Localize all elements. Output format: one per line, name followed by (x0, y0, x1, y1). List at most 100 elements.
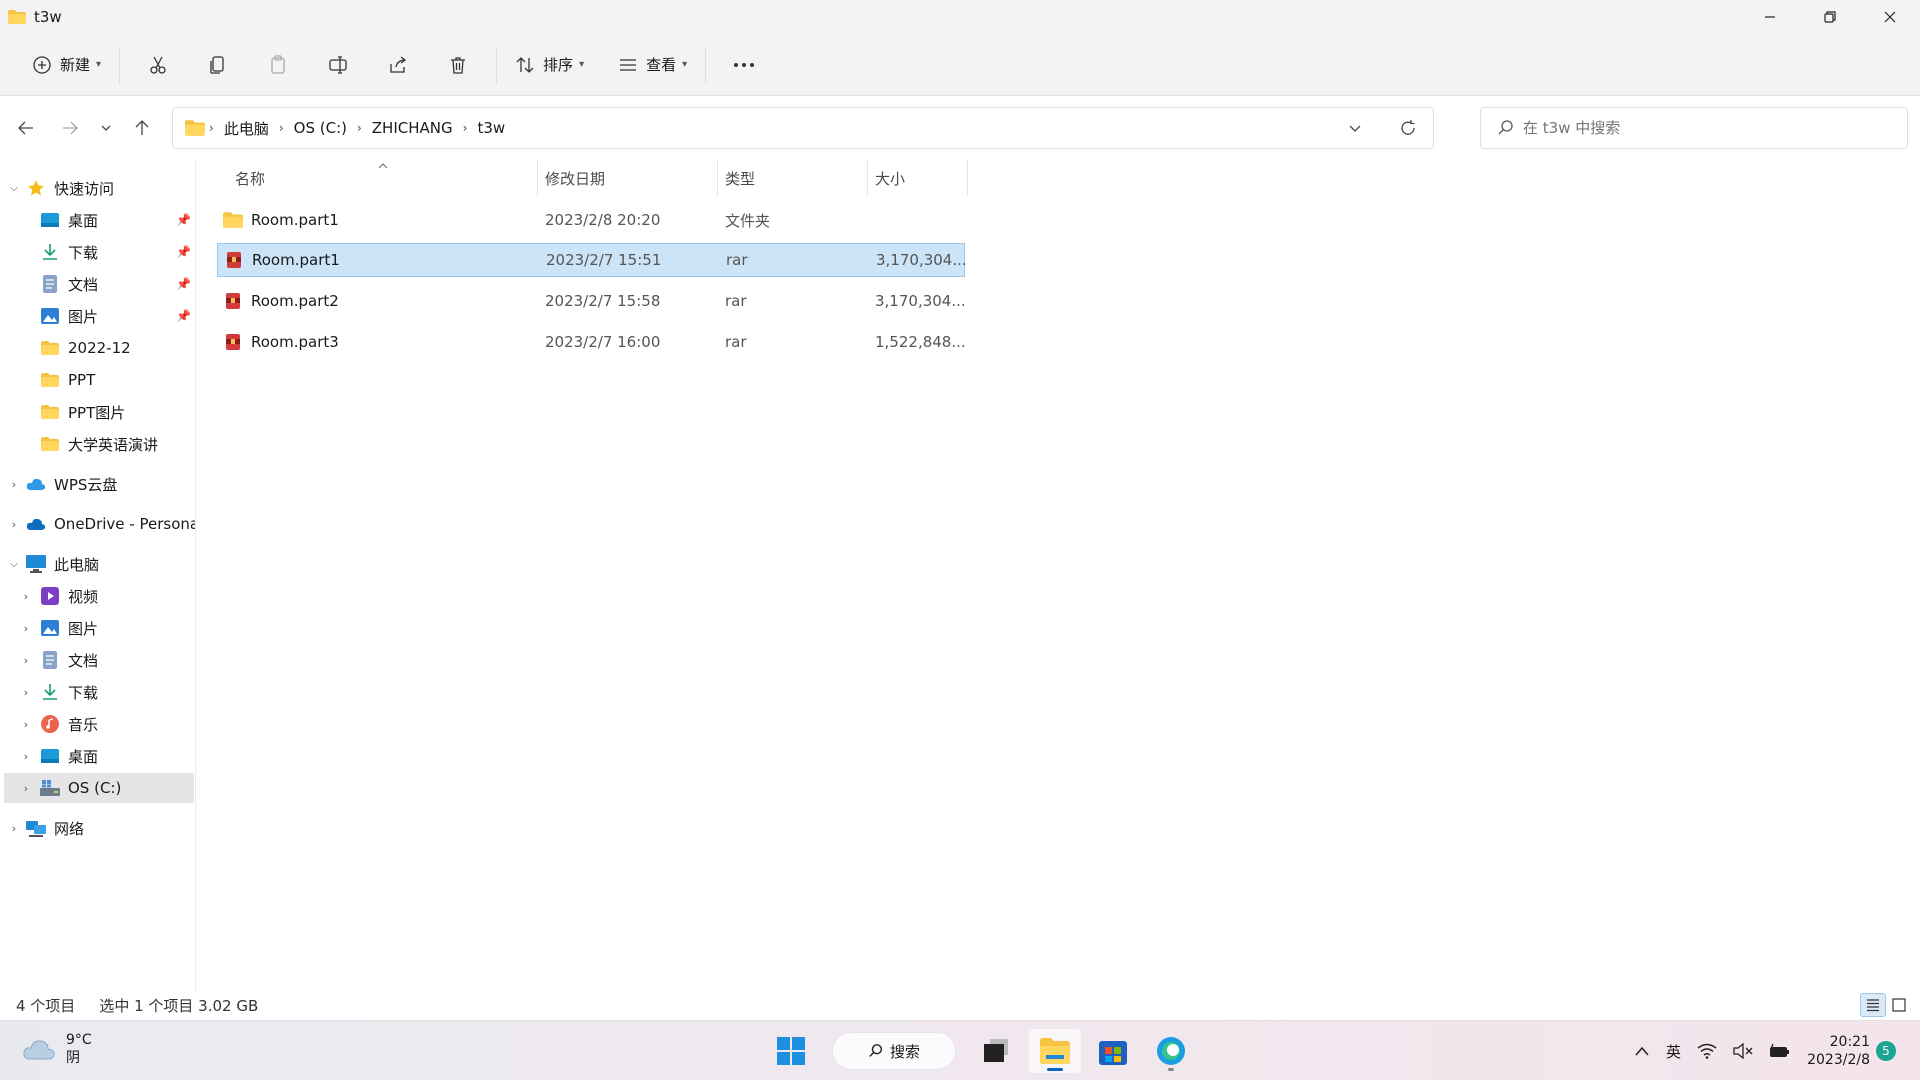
delete-button[interactable] (438, 45, 478, 85)
chevron-right-icon[interactable]: › (18, 654, 34, 667)
chevron-right-icon[interactable]: › (18, 750, 34, 763)
sidebar-item-english-speech[interactable]: 大学英语演讲 (40, 429, 158, 459)
chevron-down-icon[interactable]: ⌵ (6, 181, 22, 195)
more-button[interactable] (724, 45, 764, 85)
breadcrumb-this-pc[interactable]: 此电脑 (224, 118, 269, 139)
music-icon (40, 714, 60, 734)
sidebar-item-onedrive[interactable]: › OneDrive - Persona (6, 509, 195, 539)
sidebar-item-videos[interactable]: › 视频 (18, 581, 98, 611)
column-divider[interactable] (867, 160, 868, 196)
chevron-right-icon[interactable]: › (18, 590, 34, 603)
sort-button[interactable]: 排序 ▾ (505, 45, 594, 85)
column-divider[interactable] (537, 160, 538, 196)
file-row[interactable]: Room.part3 2023/2/7 16:00 rar 1,522,848.… (217, 325, 966, 359)
ime-indicator[interactable]: 英 (1666, 1041, 1681, 1062)
chevron-right-icon[interactable]: › (6, 518, 22, 531)
search-input[interactable] (1523, 119, 1883, 137)
sidebar-item-os-c[interactable]: › OS (C:) (4, 773, 194, 803)
sidebar-item-pc-documents[interactable]: › 文档 (18, 645, 98, 675)
up-button[interactable] (120, 108, 164, 148)
file-row[interactable]: Room.part2 2023/2/7 15:58 rar 3,170,304.… (217, 284, 966, 318)
chevron-right-icon[interactable]: › (6, 822, 22, 835)
share-button[interactable] (378, 45, 418, 85)
breadcrumb-drive[interactable]: OS (C:) (294, 119, 347, 137)
column-header-type[interactable]: 类型 (725, 160, 755, 196)
chevron-right-icon[interactable]: › (18, 718, 34, 731)
task-view-button[interactable] (971, 1029, 1023, 1073)
breadcrumb-zhichang[interactable]: ZHICHANG (372, 119, 453, 137)
star-icon (26, 178, 46, 198)
store-taskbar-button[interactable] (1087, 1029, 1139, 1073)
restore-button[interactable] (1800, 0, 1860, 34)
search-box[interactable] (1480, 107, 1908, 149)
sidebar-item-wps-cloud[interactable]: › WPS云盘 (6, 469, 118, 499)
sidebar-item-label: 网络 (54, 819, 85, 838)
pin-icon[interactable]: 📌 (176, 245, 191, 259)
sidebar-item-ppt[interactable]: PPT (40, 365, 95, 395)
taskbar-search-button[interactable]: 搜索 (832, 1032, 956, 1070)
clock[interactable]: 20:21 2023/2/8 (1800, 1033, 1870, 1069)
close-button[interactable] (1860, 0, 1920, 34)
chevron-down-icon[interactable]: ⌵ (6, 557, 22, 571)
onedrive-icon (26, 514, 46, 534)
column-header-date[interactable]: 修改日期 (545, 160, 605, 196)
minimize-button[interactable] (1740, 0, 1800, 34)
details-view-button[interactable] (1860, 993, 1886, 1017)
battery-charging-icon[interactable] (1769, 1043, 1791, 1059)
start-button[interactable] (765, 1029, 817, 1073)
sidebar-item-this-pc[interactable]: ⌵ 此电脑 (6, 549, 99, 579)
address-history-button[interactable] (1347, 120, 1363, 140)
column-header-size[interactable]: 大小 (875, 160, 905, 196)
recent-locations-button[interactable] (92, 108, 120, 148)
address-bar[interactable]: › 此电脑 › OS (C:) › ZHICHANG › t3w (172, 107, 1434, 149)
column-divider[interactable] (717, 160, 718, 196)
edge-taskbar-button[interactable] (1145, 1029, 1197, 1073)
rename-button[interactable] (318, 45, 358, 85)
breadcrumb-separator-icon[interactable]: › (279, 121, 284, 135)
chevron-right-icon[interactable]: › (18, 686, 34, 699)
chevron-right-icon[interactable]: › (18, 782, 34, 795)
chevron-right-icon[interactable]: › (18, 622, 34, 635)
file-explorer-taskbar-button[interactable] (1029, 1029, 1081, 1073)
column-divider[interactable] (967, 160, 968, 196)
sidebar-item-label: 下载 (68, 243, 99, 262)
sidebar-item-pc-pictures[interactable]: › 图片 (18, 613, 98, 643)
chevron-right-icon[interactable]: › (6, 478, 22, 491)
forward-button[interactable] (48, 108, 92, 148)
new-button[interactable]: 新建 ▾ (22, 45, 111, 85)
pin-icon[interactable]: 📌 (176, 277, 191, 291)
sort-label: 排序 (543, 56, 574, 74)
cut-button[interactable] (138, 45, 178, 85)
file-row-selected[interactable]: Room.part1 2023/2/7 15:51 rar 3,170,304.… (217, 243, 967, 277)
weather-widget[interactable]: 9°C 阴 (22, 1031, 92, 1067)
sidebar-item-documents[interactable]: 文档 📌 (40, 269, 195, 299)
view-button[interactable]: 查看 ▾ (608, 45, 697, 85)
sidebar-item-2022-12[interactable]: 2022-12 (40, 333, 131, 363)
file-name: Room.part1 (252, 251, 340, 269)
sidebar-item-network[interactable]: › 网络 (6, 813, 84, 843)
pin-icon[interactable]: 📌 (176, 309, 191, 323)
column-header-name[interactable]: 名称 (235, 160, 265, 196)
show-hidden-icons-button[interactable] (1634, 1045, 1650, 1057)
pin-icon[interactable]: 📌 (176, 213, 191, 227)
tiles-view-button[interactable] (1886, 993, 1912, 1017)
breadcrumb-separator-icon[interactable]: › (463, 121, 468, 135)
volume-muted-icon[interactable] (1733, 1043, 1753, 1059)
copy-button[interactable] (198, 45, 238, 85)
sidebar-item-pc-desktop[interactable]: › 桌面 (18, 741, 98, 771)
back-button[interactable] (4, 108, 48, 148)
paste-button[interactable] (258, 45, 298, 85)
wifi-icon[interactable] (1697, 1043, 1717, 1059)
sidebar-item-pictures[interactable]: 图片 📌 (40, 301, 195, 331)
sidebar-item-music[interactable]: › 音乐 (18, 709, 98, 739)
breadcrumb-separator-icon[interactable]: › (357, 121, 362, 135)
breadcrumb-current[interactable]: t3w (477, 119, 505, 137)
refresh-button[interactable] (1399, 119, 1417, 141)
sidebar-item-ppt-pictures[interactable]: PPT图片 (40, 397, 125, 427)
notification-badge[interactable]: 5 (1876, 1041, 1896, 1061)
sidebar-quick-access[interactable]: ⌵ 快速访问 (6, 173, 114, 203)
sidebar-item-pc-downloads[interactable]: › 下载 (18, 677, 98, 707)
sidebar-item-downloads[interactable]: 下载 📌 (40, 237, 195, 267)
sidebar-item-desktop[interactable]: 桌面 📌 (40, 205, 195, 235)
file-row[interactable]: Room.part1 2023/2/8 20:20 文件夹 (217, 203, 965, 237)
